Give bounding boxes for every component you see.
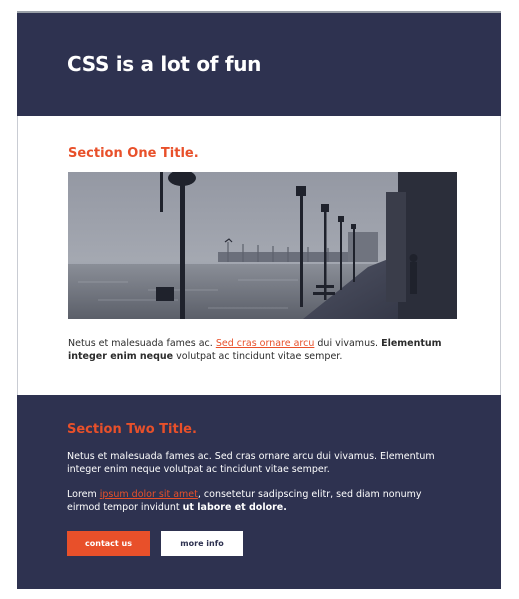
sed-cras-link[interactable]: Sed cras ornare arcu: [216, 338, 315, 349]
paragraph-text: volutpat ac tincidunt vitae semper.: [173, 351, 343, 362]
page: CSS is a lot of fun Section One Title. N…: [17, 11, 501, 589]
section-two-paragraph-1: Netus et malesuada fames ac. Sed cras or…: [67, 451, 435, 475]
section-two-title: Section Two Title.: [67, 422, 197, 437]
paragraph-text: Lorem: [67, 489, 100, 500]
lorem-ipsum-link[interactable]: ipsum dolor sit amet: [100, 489, 198, 500]
paragraph-bold-text: ut labore et dolore.: [182, 502, 287, 513]
contact-us-button[interactable]: contact us: [67, 531, 150, 556]
section-two: Section Two Title. Netus et malesuada fa…: [17, 395, 501, 589]
section-one-title: Section One Title.: [68, 146, 199, 161]
paragraph-text: dui vivamus.: [314, 338, 382, 349]
paragraph-text: Netus et malesuada fames ac.: [68, 338, 216, 349]
section-two-paragraph-2: Lorem ipsum dolor sit amet, consetetur s…: [67, 488, 452, 514]
header: CSS is a lot of fun: [17, 13, 501, 116]
section-one: Section One Title. Netus et malesuada fa…: [17, 116, 501, 395]
page-title: CSS is a lot of fun: [67, 52, 262, 76]
foggy-pier-photo: [68, 172, 457, 319]
section-one-paragraph: Netus et malesuada fames ac. Sed cras or…: [68, 337, 453, 363]
more-info-button[interactable]: more info: [161, 531, 243, 556]
